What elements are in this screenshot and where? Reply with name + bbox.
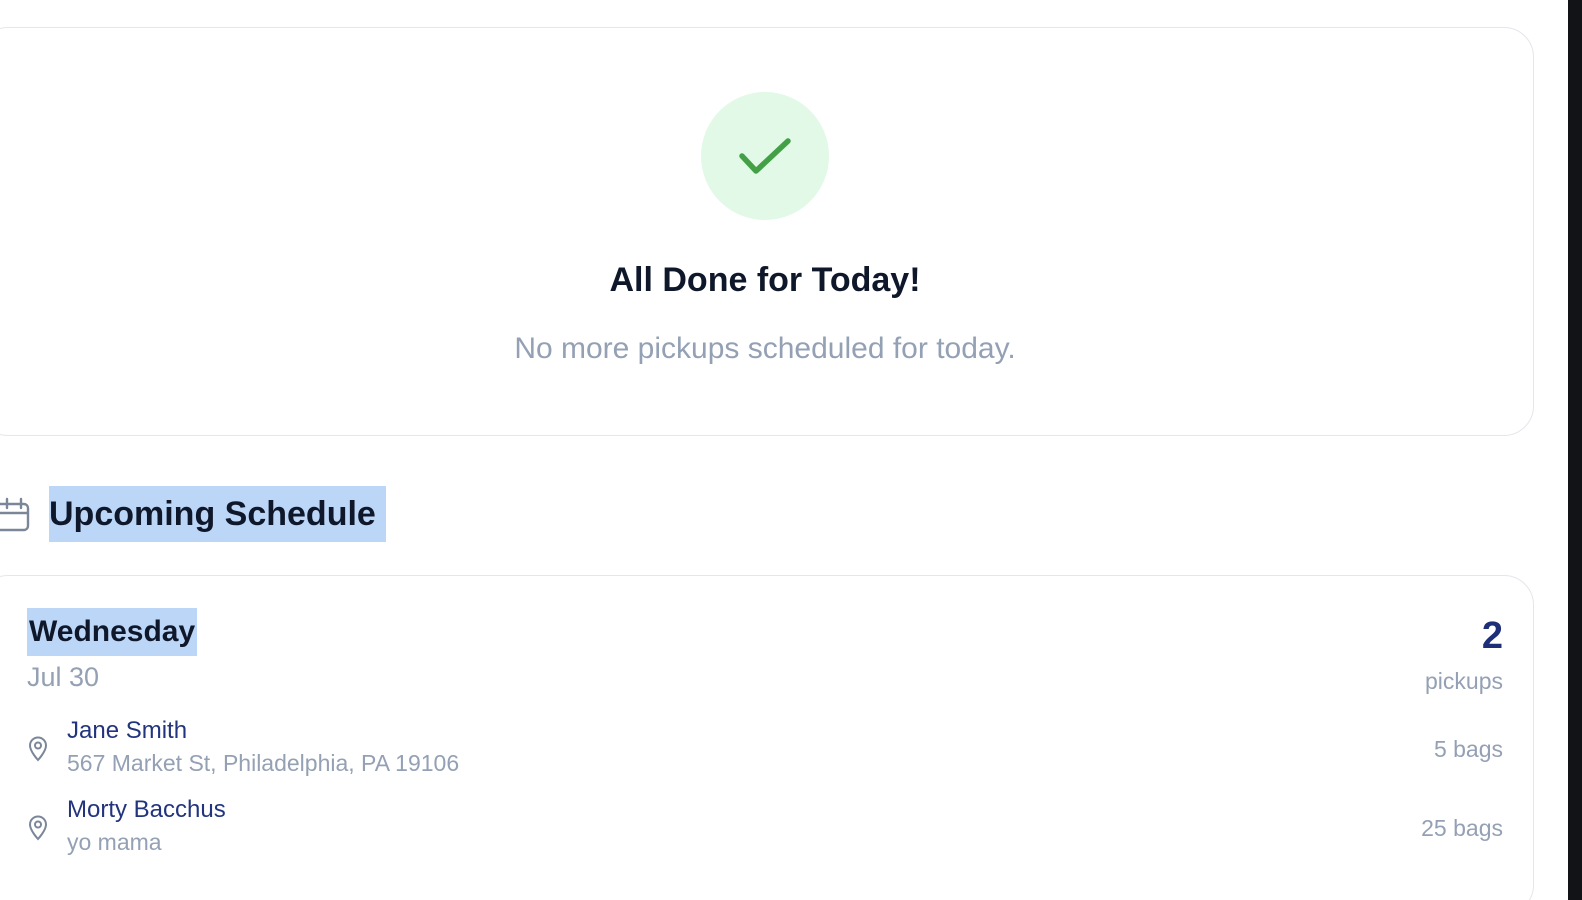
page: All Done for Today! No more pickups sche…	[0, 0, 1582, 900]
day-name: Wednesday	[27, 608, 198, 656]
all-done-card	[0, 27, 1534, 436]
calendar-icon	[0, 497, 30, 532]
pickup-count: 2	[1481, 615, 1503, 657]
pickup-bag-count: 25 bags	[1421, 815, 1503, 841]
success-badge	[701, 92, 829, 220]
day-date: Jul 30	[27, 662, 100, 692]
all-done-subtitle: No more pickups scheduled for today.	[514, 332, 1016, 365]
pickup-address: yo mama	[67, 829, 162, 855]
location-pin-icon	[28, 815, 48, 841]
list-item[interactable]: Morty Bacchus yo mama 25 bags	[27, 795, 1503, 859]
pickup-customer-name[interactable]: Jane Smith	[67, 716, 187, 746]
pickup-bag-count: 5 bags	[1433, 736, 1503, 762]
list-item[interactable]: Jane Smith 567 Market St, Philadelphia, …	[27, 716, 1503, 780]
all-done-title: All Done for Today!	[609, 261, 921, 299]
location-pin-icon	[28, 736, 48, 762]
window-edge	[1568, 0, 1582, 900]
pickup-customer-name[interactable]: Morty Bacchus	[67, 795, 226, 825]
check-icon	[739, 138, 791, 174]
upcoming-schedule-title: Upcoming Schedule	[49, 486, 386, 542]
upcoming-schedule-header: Upcoming Schedule	[0, 486, 386, 542]
pickup-address: 567 Market St, Philadelphia, PA 19106	[67, 750, 460, 776]
pickup-count-label: pickups	[1425, 668, 1503, 694]
